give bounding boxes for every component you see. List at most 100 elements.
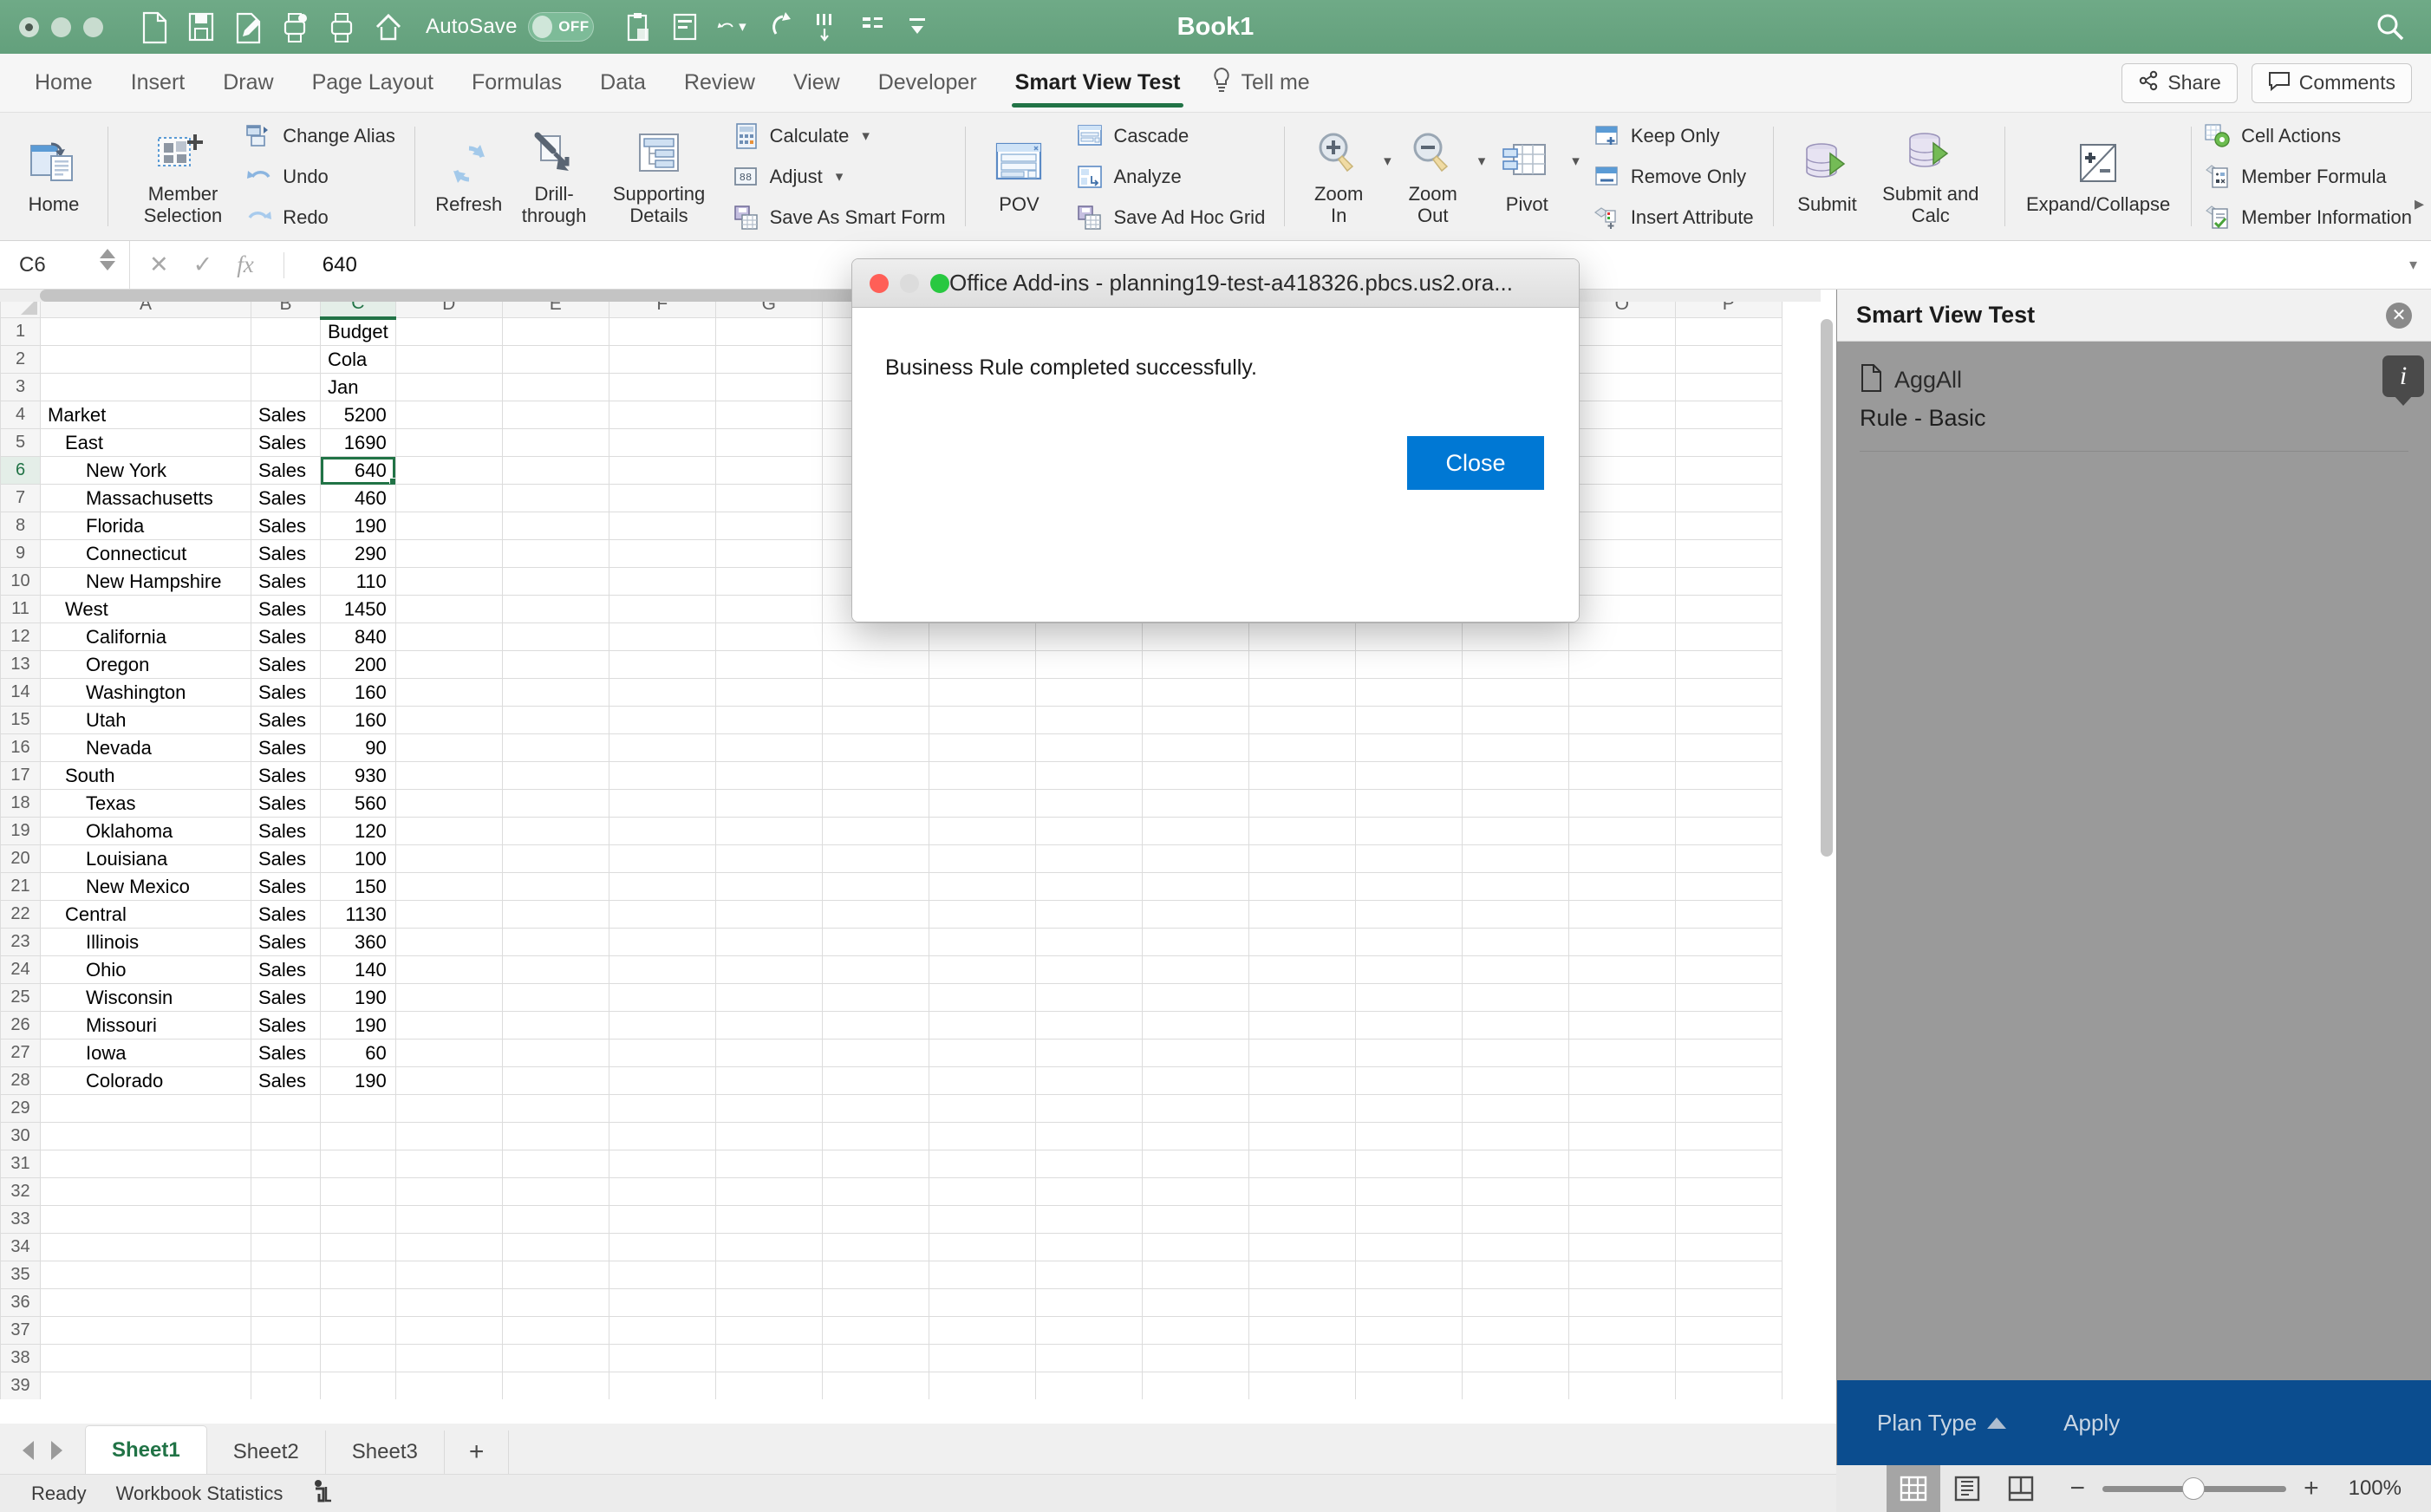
cell-F15[interactable] bbox=[608, 706, 716, 734]
cell-J18[interactable] bbox=[1034, 789, 1143, 818]
cell-E27[interactable] bbox=[501, 1039, 609, 1067]
cell-G3[interactable] bbox=[714, 373, 823, 401]
comments-button[interactable]: Comments bbox=[2251, 62, 2412, 103]
tab-developer[interactable]: Developer bbox=[859, 54, 996, 113]
cell-M36[interactable] bbox=[1354, 1288, 1463, 1317]
cell-F36[interactable] bbox=[608, 1288, 716, 1317]
cell-A11[interactable]: West bbox=[40, 595, 251, 623]
cell-O30[interactable] bbox=[1567, 1122, 1676, 1150]
cell-A1[interactable] bbox=[40, 317, 251, 346]
search-icon[interactable] bbox=[2376, 12, 2405, 46]
cell-K23[interactable] bbox=[1141, 928, 1249, 956]
cell-O29[interactable] bbox=[1567, 1094, 1676, 1123]
smart-view-task-pane[interactable]: Smart View Test ✕ AggAll Rule - Basic i … bbox=[1836, 290, 2431, 1465]
row-header-11[interactable]: 11 bbox=[0, 595, 41, 623]
cell-K38[interactable] bbox=[1141, 1344, 1249, 1372]
cell-E11[interactable] bbox=[501, 595, 609, 623]
cell-P26[interactable] bbox=[1674, 1011, 1783, 1040]
cell-B23[interactable]: Sales bbox=[251, 928, 321, 956]
cell-L29[interactable] bbox=[1248, 1094, 1356, 1123]
cell-B27[interactable]: Sales bbox=[251, 1039, 321, 1067]
cell-B6[interactable]: Sales bbox=[251, 456, 321, 485]
cell-A25[interactable]: Wisconsin bbox=[40, 983, 251, 1012]
cell-N30[interactable] bbox=[1461, 1122, 1569, 1150]
cell-J37[interactable] bbox=[1034, 1316, 1143, 1345]
cell-P35[interactable] bbox=[1674, 1261, 1783, 1289]
cell-G39[interactable] bbox=[714, 1372, 823, 1399]
cell-C18[interactable]: 560 bbox=[320, 789, 396, 818]
cell-D10[interactable] bbox=[394, 567, 503, 596]
cell-F25[interactable] bbox=[608, 983, 716, 1012]
cell-C39[interactable] bbox=[320, 1372, 396, 1399]
dialog-traffic-lights[interactable] bbox=[870, 273, 949, 293]
cell-I27[interactable] bbox=[928, 1039, 1036, 1067]
row-header-33[interactable]: 33 bbox=[0, 1205, 41, 1234]
zoom-in-button[interactable]: Zoom In bbox=[1297, 116, 1380, 238]
cell-F33[interactable] bbox=[608, 1205, 716, 1234]
cell-H18[interactable] bbox=[821, 789, 929, 818]
cell-G17[interactable] bbox=[714, 761, 823, 790]
cell-M14[interactable] bbox=[1354, 678, 1463, 707]
cell-G32[interactable] bbox=[714, 1177, 823, 1206]
cell-P29[interactable] bbox=[1674, 1094, 1783, 1123]
cell-I29[interactable] bbox=[928, 1094, 1036, 1123]
cell-M19[interactable] bbox=[1354, 817, 1463, 845]
cell-K16[interactable] bbox=[1141, 733, 1249, 762]
cell-A27[interactable]: Iowa bbox=[40, 1039, 251, 1067]
cell-P13[interactable] bbox=[1674, 650, 1783, 679]
cell-L37[interactable] bbox=[1248, 1316, 1356, 1345]
cell-H28[interactable] bbox=[821, 1066, 929, 1095]
cell-B22[interactable]: Sales bbox=[251, 900, 321, 929]
member-information-button[interactable]: Member Information bbox=[2204, 201, 2419, 234]
cell-M34[interactable] bbox=[1354, 1233, 1463, 1261]
cell-F29[interactable] bbox=[608, 1094, 716, 1123]
submit-button[interactable]: Submit bbox=[1786, 116, 1869, 238]
cell-O5[interactable] bbox=[1567, 428, 1676, 457]
cell-I32[interactable] bbox=[928, 1177, 1036, 1206]
cell-E24[interactable] bbox=[501, 955, 609, 984]
cell-P37[interactable] bbox=[1674, 1316, 1783, 1345]
cell-E4[interactable] bbox=[501, 401, 609, 429]
cell-E32[interactable] bbox=[501, 1177, 609, 1206]
cell-E16[interactable] bbox=[501, 733, 609, 762]
cell-C14[interactable]: 160 bbox=[320, 678, 396, 707]
cell-P14[interactable] bbox=[1674, 678, 1783, 707]
cell-N32[interactable] bbox=[1461, 1177, 1569, 1206]
cell-K37[interactable] bbox=[1141, 1316, 1249, 1345]
cell-H36[interactable] bbox=[821, 1288, 929, 1317]
cell-E20[interactable] bbox=[501, 844, 609, 873]
cell-A14[interactable]: Washington bbox=[40, 678, 251, 707]
cell-B28[interactable]: Sales bbox=[251, 1066, 321, 1095]
task-pane-footer[interactable]: Plan Type Apply bbox=[1837, 1380, 2431, 1465]
cell-H38[interactable] bbox=[821, 1344, 929, 1372]
cell-A16[interactable]: Nevada bbox=[40, 733, 251, 762]
page-break-view-icon[interactable] bbox=[1994, 1465, 2048, 1512]
cell-M33[interactable] bbox=[1354, 1205, 1463, 1234]
cell-D23[interactable] bbox=[394, 928, 503, 956]
cell-E23[interactable] bbox=[501, 928, 609, 956]
row-header-34[interactable]: 34 bbox=[0, 1233, 41, 1261]
cell-N36[interactable] bbox=[1461, 1288, 1569, 1317]
row-header-4[interactable]: 4 bbox=[0, 401, 41, 429]
cell-D38[interactable] bbox=[394, 1344, 503, 1372]
cell-B16[interactable]: Sales bbox=[251, 733, 321, 762]
cell-F12[interactable] bbox=[608, 622, 716, 651]
cell-H39[interactable] bbox=[821, 1372, 929, 1399]
cell-F19[interactable] bbox=[608, 817, 716, 845]
cell-P9[interactable] bbox=[1674, 539, 1783, 568]
task-pane-body[interactable]: AggAll Rule - Basic i bbox=[1837, 342, 2431, 1417]
cell-D32[interactable] bbox=[394, 1177, 503, 1206]
cell-K17[interactable] bbox=[1141, 761, 1249, 790]
cell-E39[interactable] bbox=[501, 1372, 609, 1399]
rule-item[interactable]: AggAll bbox=[1860, 364, 2408, 396]
cell-K26[interactable] bbox=[1141, 1011, 1249, 1040]
cell-B32[interactable] bbox=[251, 1177, 321, 1206]
maximize-window-icon[interactable] bbox=[83, 16, 103, 37]
cell-I28[interactable] bbox=[928, 1066, 1036, 1095]
cell-K32[interactable] bbox=[1141, 1177, 1249, 1206]
cell-A28[interactable]: Colorado bbox=[40, 1066, 251, 1095]
cell-K28[interactable] bbox=[1141, 1066, 1249, 1095]
cell-C38[interactable] bbox=[320, 1344, 396, 1372]
cell-D7[interactable] bbox=[394, 484, 503, 512]
cell-H27[interactable] bbox=[821, 1039, 929, 1067]
